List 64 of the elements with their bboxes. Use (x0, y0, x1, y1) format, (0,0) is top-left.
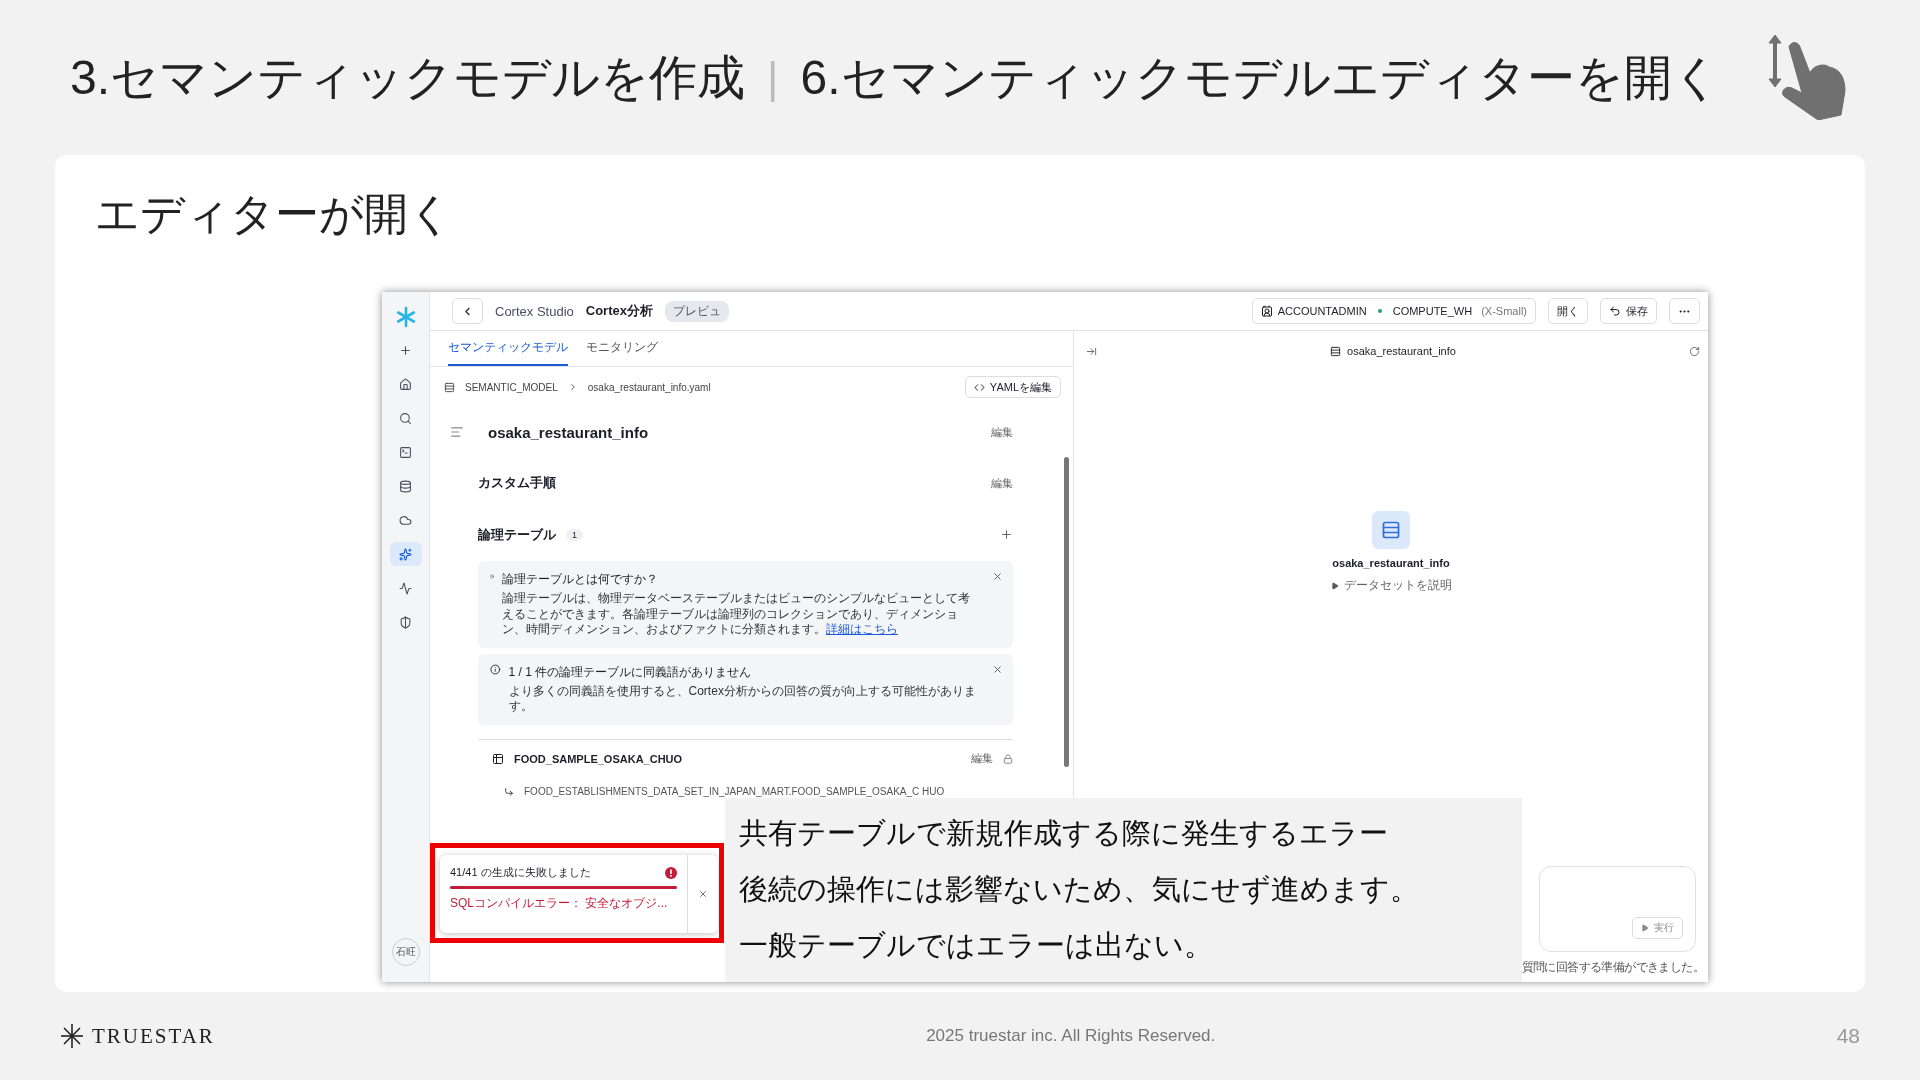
edit-link[interactable]: 編集 (971, 751, 993, 767)
edit-link[interactable]: 編集 (991, 475, 1013, 491)
open-button[interactable]: 開く (1548, 298, 1588, 324)
model-icon (1330, 345, 1342, 357)
snowflake-logo (394, 306, 417, 328)
status-text: 質問に回答する準備ができました。 (1521, 959, 1704, 975)
notice-title: 1 / 1 件の論理テーブルに同義語がありません (508, 663, 753, 681)
slide-subtitle: 6.セマンティックモデルエディターを開く (800, 49, 1721, 106)
note-text: 一般テーブルではエラーは出ない。 (739, 928, 1214, 963)
play-icon (1330, 581, 1339, 590)
breadcrumb-item: osaka_restaurant_info.yaml (587, 381, 711, 393)
source-table-path: FOOD_ESTABLISHMENTS_DATA_SET_IN_JAPAN_MART.FOOD_SAMPLE_OSAKA_C HUO (524, 786, 946, 798)
logo-mark-icon (60, 1023, 84, 1049)
error-message: SQLコンパイルエラー： 安全なオブジ... (450, 895, 669, 912)
preview-badge: プレビュ (664, 300, 729, 322)
breadcrumb-item[interactable]: SEMANTIC_MODEL (465, 381, 558, 393)
model-name: osaka_restaurant_info (1332, 557, 1450, 569)
section-title: カスタム手順 (478, 474, 556, 492)
notice-text: より多くの同義語を使用すると、Cortex分析からの回答の質が向上する可能性があります。 (508, 683, 977, 715)
save-button[interactable]: 保存 (1600, 298, 1657, 324)
page-number: 48 (1836, 1024, 1860, 1048)
title-separator: | (767, 52, 779, 103)
source-icon (504, 786, 514, 797)
model-icon (1372, 511, 1410, 549)
panel-title: osaka_restaurant_info (1347, 345, 1456, 357)
outline-icon[interactable] (450, 425, 464, 439)
section-title: 論理テーブル (478, 526, 556, 544)
table-icon (492, 752, 504, 765)
sidebar-ai-icon[interactable] (389, 542, 422, 566)
close-button[interactable] (992, 571, 1003, 582)
question-input[interactable]: 実行 (1539, 866, 1696, 952)
run-button[interactable]: 実行 (1632, 917, 1683, 939)
learn-more-link[interactable]: 詳細はこちら (825, 622, 898, 637)
error-icon (665, 866, 677, 879)
refresh-icon[interactable] (1689, 345, 1700, 357)
table-name: FOOD_SAMPLE_OSAKA_CHUO (514, 752, 683, 765)
code-icon (973, 381, 985, 393)
notice-title: 論理テーブルとは何ですか？ (501, 571, 659, 588)
close-button[interactable] (992, 663, 1003, 675)
note-text: 共有テーブルで新規作成する際に発生するエラー (739, 816, 1389, 851)
describe-dataset-toggle[interactable]: データセットを説明 (1330, 577, 1452, 594)
close-icon[interactable] (698, 889, 708, 899)
company-logo: TRUESTAR (92, 1023, 215, 1049)
page-title: Cortex分析 (585, 302, 653, 320)
edit-yaml-button[interactable]: YAMLを編集 (964, 376, 1061, 398)
edit-link[interactable]: 編集 (991, 424, 1013, 440)
section-heading: エディターが開く (95, 188, 454, 240)
notice-text: 論理テーブルは、物理データベーステーブルまたはビューのシンプルなビューとして考えることができます。各論理テーブルは論理列のコレクションであり、ディメンション、時間ディメンション、およびファクトに分類されます。詳細はこちら (501, 591, 971, 638)
context-selector[interactable]: ACCOUNTADMIN COMPUTE_WH (X-Small) (1251, 298, 1536, 324)
collapse-icon[interactable] (1086, 345, 1097, 357)
slide-title: 3.セマンティックモデルを作成 (70, 49, 746, 106)
count-badge: 1 (566, 529, 583, 541)
toast-title: 41/41 の生成に失敗しました (450, 865, 591, 880)
breadcrumb-link[interactable]: Cortex Studio (495, 303, 574, 319)
tab[interactable]: セマンティックモデル (448, 331, 568, 366)
model-icon (444, 381, 455, 393)
model-name: osaka_restaurant_info (488, 423, 649, 441)
role-icon (1260, 305, 1273, 317)
save-icon (1609, 305, 1621, 317)
tab[interactable]: モニタリング (586, 331, 658, 366)
lock-icon (1003, 753, 1013, 764)
copyright-text: 2025 truestar inc. All Rights Reserved. (926, 1026, 1216, 1046)
play-icon (1641, 924, 1649, 932)
note-text: 後続の操作には影響ないため、気にせず進めます。 (739, 872, 1420, 907)
